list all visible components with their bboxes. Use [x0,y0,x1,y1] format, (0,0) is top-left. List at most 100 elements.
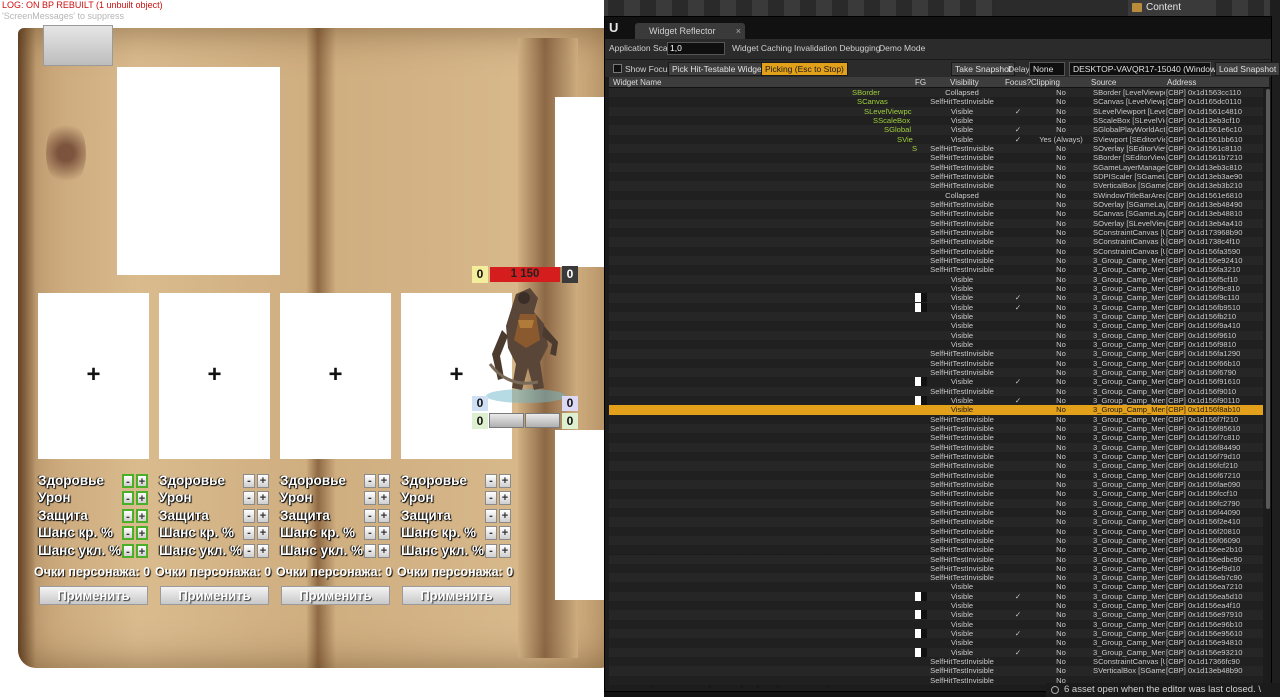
tree-row[interactable]: Visible No 3_Group_Camp_Menu [[CBP] 0x1d15… [609,405,1263,415]
decrease-button[interactable]: - [243,491,255,506]
tree-row[interactable]: SelfHitTestInvisible No 3_Group_Camp_Menu … [609,349,1263,359]
increase-button[interactable]: + [257,526,269,541]
increase-button[interactable]: + [257,508,269,523]
content-tab[interactable]: Content [1128,0,1200,16]
load-snapshot-button[interactable]: Load Snapshot [1215,62,1280,76]
tree-row[interactable]: Visible No 3_Group_Camp_Menu [[CBP] 0x1d15… [609,619,1263,630]
tree-row[interactable]: SelfHitTestInvisible No SConstraintCanvas … [609,657,1263,667]
window-titlebar[interactable]: U Widget Reflector × [605,17,1271,39]
apply-button-3[interactable]: Применить [281,586,390,605]
tree-row[interactable]: SelfHitTestInvisible No SCanvas [SGameLaye… [609,209,1263,219]
decrease-button[interactable]: - [485,543,497,558]
increase-button[interactable]: + [378,543,390,558]
tree-row[interactable]: Visible No 3_Group_Camp_Menu [[CBP] 0x1d15… [609,330,1263,340]
tree-row[interactable]: SelfHitTestInvisible No 3_Group_Camp_Menu … [609,573,1263,583]
widget-reflector-tab[interactable]: Widget Reflector × [635,23,745,39]
increase-button[interactable]: + [136,474,148,488]
tree-row[interactable]: Visible ✓ No 3_Group_Camp_Menu [[CBP] 0x1d1… [609,395,1263,406]
apply-button-1[interactable]: Применить [39,586,148,605]
tree-row[interactable]: SelfHitTestInvisible No 3_Group_Camp_Menu … [609,433,1263,443]
increase-button[interactable]: + [378,526,390,541]
tree-row[interactable]: SelfHitTestInvisible No 3_Group_Camp_Menu … [609,461,1263,471]
increase-button[interactable]: + [136,508,148,523]
increase-button[interactable]: + [136,543,148,558]
tree-row[interactable]: S SelfHitTestInvisible No SOverlay [SEditor… [609,143,1263,154]
column-source[interactable]: Source [1091,78,1116,87]
increase-button[interactable]: + [499,543,511,558]
tree-row[interactable]: Visible ✓ No 3_Group_Camp_Menu [[CBP] 0x1d1… [609,302,1263,312]
tree-row[interactable]: SScaleBoxVisibleNoSScaleBox [SLevelViewp… [609,115,1263,126]
tree-row[interactable]: SelfHitTestInvisible No 3_Group_Camp_Menu … [609,498,1263,508]
column-fg[interactable]: FG [915,78,926,87]
tree-row[interactable]: SelfHitTestInvisible No 3_Group_Camp_Menu … [609,451,1263,462]
tree-row[interactable]: SelfHitTestInvisible No 3_Group_Camp_Menu … [609,517,1263,527]
tree-row[interactable]: Visible ✓ No 3_Group_Camp_Menu [[CBP] 0x1d1… [609,293,1263,303]
show-focus-checkbox[interactable] [613,64,622,73]
tree-row[interactable]: SelfHitTestInvisible No SVerticalBox [SGam… [609,181,1263,191]
tree-row[interactable]: SelfHitTestInvisible No 3_Group_Camp_Menu … [609,414,1263,424]
tree-row[interactable]: Visible ✓ No 3_Group_Camp_Menu [[CBP] 0x1d1… [609,591,1263,602]
target-select[interactable]: DESKTOP-VAVQR17-15040 (Windows) [1069,62,1223,76]
increase-button[interactable]: + [378,508,390,523]
decrease-button[interactable]: - [485,491,497,506]
decrease-button[interactable]: - [243,526,255,541]
invalidation-debugging-menu[interactable]: Invalidation Debugging [794,43,880,53]
decrease-button[interactable]: - [364,526,376,541]
tree-row[interactable]: SBorder Collapsed No SBorder [LevelViewport… [609,88,1263,98]
decrease-button[interactable]: - [122,526,134,541]
tree-row[interactable]: SelfHitTestInvisible No 3_Group_Camp_Menu … [609,535,1263,546]
increase-button[interactable]: + [257,474,269,488]
tree-row[interactable]: SelfHitTestInvisible No 3_Group_Camp_Menu … [609,507,1263,518]
increase-button[interactable]: + [499,508,511,523]
increase-button[interactable]: + [499,491,511,506]
tree-row[interactable]: Visible No 3_Group_Camp_Menu [[CBP] 0x1d15… [609,339,1263,350]
tree-row[interactable]: SelfHitTestInvisible No 3_Group_Camp_Menu … [609,479,1263,490]
tree-row[interactable]: SelfHitTestInvisible No 3_Group_Camp_Menu … [609,358,1263,368]
increase-button[interactable]: + [136,491,148,506]
tree-row[interactable]: SelfHitTestInvisible No SBorder [SEditorVi… [609,153,1263,163]
tree-scrollbar[interactable] [1266,89,1270,509]
demo-mode-menu[interactable]: Demo Mode [879,43,925,53]
column-visibility[interactable]: Visibility [950,78,979,87]
tree-row[interactable]: SelfHitTestInvisible No 3_Group_Camp_Menu … [609,386,1263,396]
tree-row[interactable]: SelfHitTestInvisible No 3_Group_Camp_Menu … [609,442,1263,452]
decrease-button[interactable]: - [122,543,134,558]
tree-row[interactable]: SelfHitTestInvisible No 3_Group_Camp_Menu … [609,563,1263,574]
decrease-button[interactable]: - [485,508,497,523]
decrease-button[interactable]: - [485,474,497,488]
decrease-button[interactable]: - [243,543,255,558]
widget-caching-menu[interactable]: Widget Caching [732,43,792,53]
tree-row[interactable]: SelfHitTestInvisible No 3_Group_Camp_Menu … [609,526,1263,536]
tree-row[interactable]: SGlobal Visible ✓ No SGlobalPlayWorldActio [C… [609,125,1263,135]
game-viewport[interactable]: LOG: ON BP REBUILT (1 unbuilt object) 'S… [0,0,604,697]
apply-button-4[interactable]: Применить [402,586,511,605]
enemy-card[interactable]: 0 1 150 0 0 0 0 0 [470,266,580,431]
decrease-button[interactable]: - [243,508,255,523]
tree-row[interactable]: Visible No 3_Group_Camp_Menu [[CBP] 0x1d15… [609,321,1263,331]
character-slot-3[interactable]: + [280,293,391,459]
tree-row[interactable]: SelfHitTestInvisible No 3_Group_Camp_Menu … [609,489,1263,499]
delay-select[interactable]: None [1029,62,1065,76]
decrease-button[interactable]: - [122,491,134,506]
decrease-button[interactable]: - [364,474,376,488]
tree-row[interactable]: Visible No 3_Group_Camp_Menu [[CBP] 0x1d15… [609,274,1263,284]
decrease-button[interactable]: - [122,474,134,488]
tree-row[interactable]: SelfHitTestInvisible No SDPIScaler [SGameL… [609,171,1263,182]
tree-row[interactable]: Visible No 3_Group_Camp_Menu [[CBP] 0x1d15… [609,638,1263,648]
increase-button[interactable]: + [257,543,269,558]
close-icon[interactable]: × [736,23,741,39]
tree-row[interactable]: Collapsed No SWindowTitleBarArea [[CBP] 0x… [609,190,1263,200]
tree-row[interactable]: SVie Visible ✓ Yes (Always) SViewport [SEdit… [609,134,1263,144]
tree-row[interactable]: Visible No 3_Group_Camp_Menu [[CBP] 0x1d15… [609,601,1263,611]
tree-row[interactable]: SLevelViewpc Visible ✓ No SLevelViewport [Le… [609,106,1263,116]
column-address[interactable]: Address [1167,78,1196,87]
character-slot-2[interactable]: + [159,293,270,459]
tree-row[interactable]: Visible ✓ No 3_Group_Camp_Menu [[CBP] 0x1d1… [609,647,1263,658]
column-widget-name[interactable]: Widget Name [613,78,661,87]
tree-row[interactable]: SelfHitTestInvisible No SVerticalBox [SGam… [609,666,1263,676]
tree-row[interactable]: SelfHitTestInvisible No 3_Group_Camp_Menu … [609,470,1263,480]
notification-toast[interactable]: 6 asset open when the editor was last cl… [1046,683,1280,697]
decrease-button[interactable]: - [243,474,255,488]
tree-row[interactable]: Visible No 3_Group_Camp_Menu [[CBP] 0x1d15… [609,582,1263,592]
tree-row[interactable]: SelfHitTestInvisible No 3_Group_Camp_Menu … [609,265,1263,275]
